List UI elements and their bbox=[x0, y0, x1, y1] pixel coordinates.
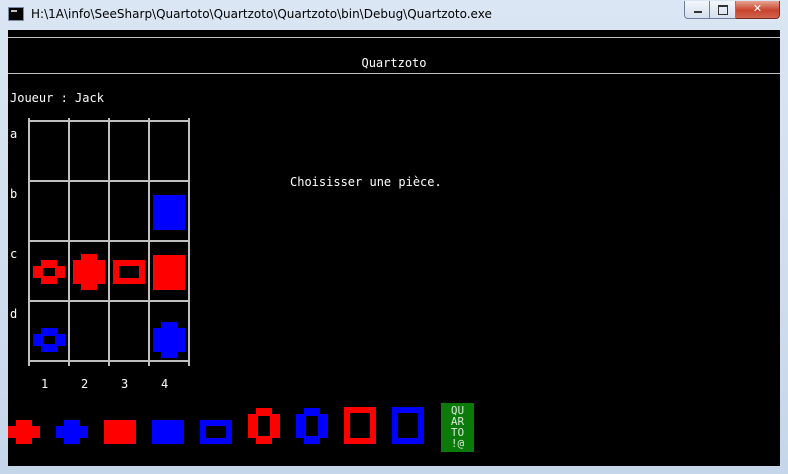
logo-line: !@ bbox=[450, 437, 465, 450]
col-label-4: 4 bbox=[161, 377, 169, 391]
red-large-solid-square-piece-icon bbox=[153, 254, 185, 293]
red-small-solid-square-piece-icon[interactable] bbox=[104, 420, 136, 447]
quarto-logo-tile: QU AR TO !@ bbox=[441, 403, 474, 452]
row-label-c: c bbox=[10, 247, 18, 261]
console-window: H:\1A\info\SeeSharp\Quartoto\Quartzoto\Q… bbox=[0, 0, 788, 474]
col-label-3: 3 bbox=[121, 377, 129, 391]
row-label-d: d bbox=[10, 307, 18, 321]
grid-line bbox=[28, 120, 190, 122]
console-app-icon bbox=[8, 7, 24, 21]
player-label: Joueur : Jack bbox=[10, 91, 104, 105]
blue-large-hollow-square-piece-icon[interactable] bbox=[392, 407, 424, 447]
grid-line bbox=[68, 118, 70, 366]
window-controls bbox=[684, 1, 780, 20]
minimize-button[interactable] bbox=[684, 1, 710, 19]
blue-small-solid-round-piece-icon[interactable] bbox=[56, 420, 88, 447]
console-area[interactable]: Quartzoto Joueur : Jack Choisisser une p… bbox=[8, 30, 780, 466]
top-divider bbox=[8, 37, 780, 38]
col-label-1: 1 bbox=[41, 377, 49, 391]
grid-line bbox=[28, 240, 190, 242]
blue-large-hollow-round-piece-icon[interactable] bbox=[296, 408, 328, 447]
blue-small-hollow-round-piece-icon bbox=[33, 328, 65, 355]
grid-line bbox=[28, 180, 190, 182]
blue-large-solid-round-piece-icon bbox=[153, 322, 185, 361]
maximize-button[interactable] bbox=[710, 1, 736, 19]
close-button[interactable] bbox=[736, 1, 780, 19]
grid-line bbox=[148, 118, 150, 366]
title-bar[interactable]: H:\1A\info\SeeSharp\Quartoto\Quartzoto\Q… bbox=[0, 0, 788, 28]
red-small-solid-round-piece-icon[interactable] bbox=[8, 420, 40, 447]
title-divider bbox=[8, 73, 780, 74]
grid-line bbox=[28, 300, 190, 302]
red-large-hollow-square-piece-icon[interactable] bbox=[344, 407, 376, 447]
row-label-a: a bbox=[10, 127, 18, 141]
grid-line bbox=[108, 118, 110, 366]
red-small-hollow-round-piece-icon bbox=[33, 260, 65, 287]
red-large-solid-round-piece-icon bbox=[73, 254, 105, 293]
blue-large-solid-square-piece-icon bbox=[153, 194, 185, 233]
red-large-hollow-round-piece-icon[interactable] bbox=[248, 408, 280, 447]
window-title: H:\1A\info\SeeSharp\Quartoto\Quartzoto\Q… bbox=[31, 7, 492, 21]
blue-small-hollow-square-piece-icon[interactable] bbox=[200, 420, 232, 447]
game-title: Quartzoto bbox=[361, 56, 427, 70]
red-small-hollow-square-piece-icon bbox=[113, 260, 145, 287]
prompt-text: Choisisser une pièce. bbox=[290, 175, 442, 189]
row-label-b: b bbox=[10, 187, 18, 201]
grid-line bbox=[188, 118, 190, 366]
col-label-2: 2 bbox=[81, 377, 89, 391]
blue-small-solid-square-piece-icon[interactable] bbox=[152, 420, 184, 447]
grid-line bbox=[28, 118, 30, 366]
